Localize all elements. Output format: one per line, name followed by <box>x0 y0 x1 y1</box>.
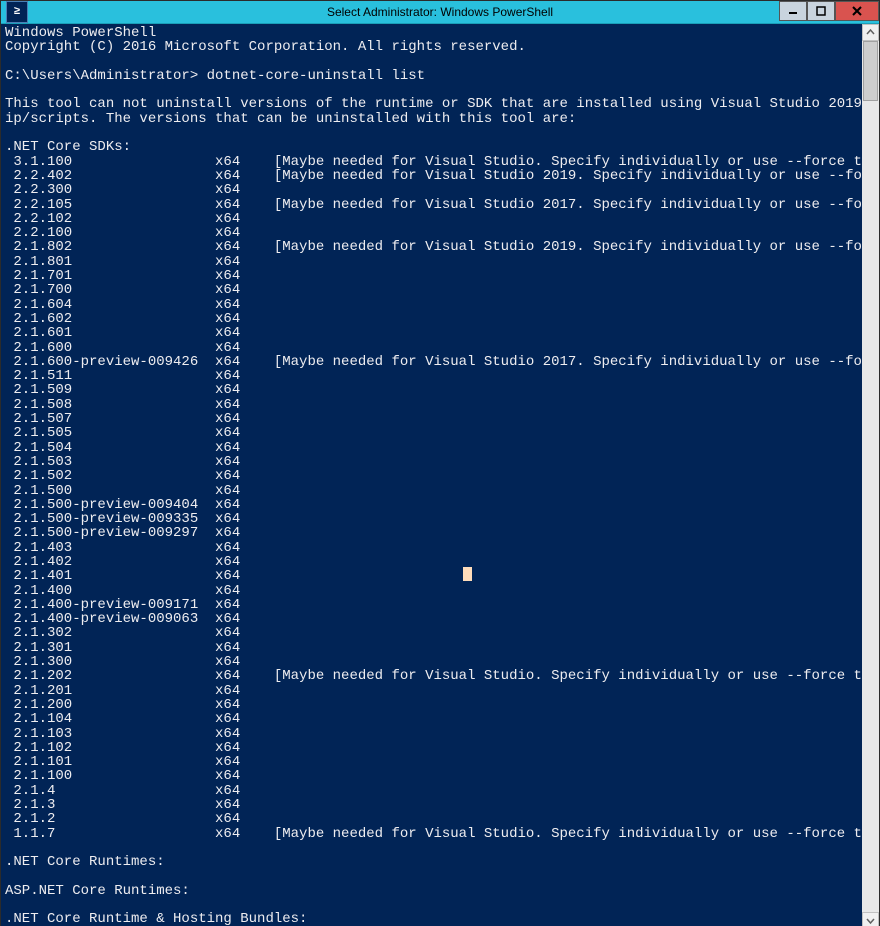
chevron-down-icon <box>866 916 875 925</box>
titlebar[interactable]: ≥ Select Administrator: Windows PowerShe… <box>1 1 879 24</box>
scrollbar-track[interactable] <box>862 41 879 912</box>
minimize-icon <box>788 6 798 16</box>
powershell-icon: ≥ <box>6 1 28 23</box>
chevron-up-icon <box>866 28 875 37</box>
window-title: Select Administrator: Windows PowerShell <box>1 5 879 19</box>
scrollbar-thumb[interactable] <box>863 41 878 101</box>
terminal-output[interactable]: Windows PowerShell Copyright (C) 2016 Mi… <box>1 24 862 926</box>
scroll-up-button[interactable] <box>862 24 879 41</box>
scroll-down-button[interactable] <box>862 912 879 926</box>
window-controls <box>779 1 879 21</box>
minimize-button[interactable] <box>779 1 807 21</box>
close-icon <box>851 5 863 17</box>
maximize-button[interactable] <box>807 1 835 21</box>
text-cursor <box>463 567 472 581</box>
terminal-area: Windows PowerShell Copyright (C) 2016 Mi… <box>1 24 879 926</box>
vertical-scrollbar[interactable] <box>862 24 879 926</box>
close-button[interactable] <box>835 1 879 21</box>
powershell-icon-glyph: ≥ <box>14 6 21 18</box>
maximize-icon <box>816 6 826 16</box>
powershell-window: ≥ Select Administrator: Windows PowerShe… <box>0 0 880 926</box>
